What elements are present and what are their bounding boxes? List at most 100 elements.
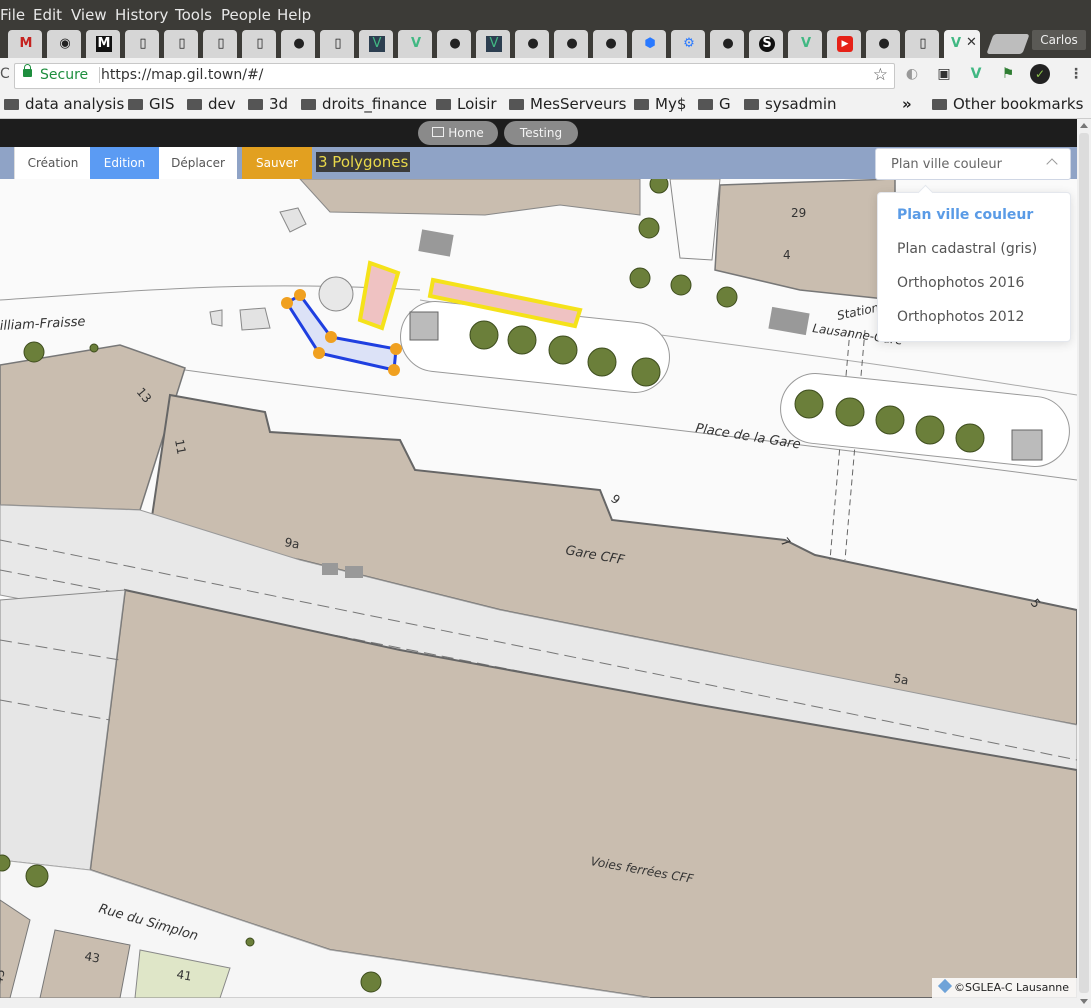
browser-tab[interactable]: ▯ [242,30,276,58]
browser-tab[interactable]: M [86,30,120,58]
browser-tab[interactable]: ▯ [320,30,354,58]
browser-tab[interactable]: ▯ [125,30,159,58]
url-separator [99,67,100,83]
map-label-number: 4 [783,248,791,262]
menu-edit[interactable]: Edit [33,6,62,24]
horizontal-scrollbar[interactable] [0,998,1077,1008]
bookmark-folder[interactable]: My$ [634,95,686,113]
extension-gray-icon[interactable]: ◐ [902,64,922,84]
edition-button[interactable]: Edition [90,147,159,179]
nav-testing-label: Testing [519,126,563,140]
browser-tab[interactable]: S [749,30,783,58]
vertical-scrollbar[interactable] [1077,119,1091,1008]
extension-check-icon[interactable]: ✓ [1030,64,1050,84]
scroll-down-icon[interactable] [1080,999,1088,1004]
menu-help[interactable]: Help [277,6,311,24]
browser-tab[interactable]: ▶ [827,30,861,58]
browser-tab[interactable]: ● [281,30,315,58]
folder-icon [4,99,19,110]
extension-flag-icon[interactable]: ⚑ [998,64,1018,84]
browser-tab[interactable]: V [788,30,822,58]
map-attribution[interactable]: ©SGLEA-C Lausanne [932,978,1077,998]
close-tab-icon[interactable]: ✕ [966,35,977,50]
browser-tab[interactable]: ▯ [905,30,939,58]
browser-tab[interactable]: ● [866,30,900,58]
page-icon: ▯ [334,36,342,51]
gear-icon: ⚙ [683,36,695,51]
github-icon: ● [527,36,539,51]
layer-select[interactable]: Plan ville couleur [875,148,1071,180]
bookmark-folder[interactable]: sysadmin [744,95,837,113]
browser-tab[interactable]: V [359,30,393,58]
browser-tab[interactable]: ⚙ [671,30,705,58]
nav-home-label: Home [448,126,484,140]
image-icon [432,127,445,137]
bookmark-star-icon[interactable]: ☆ [873,65,888,85]
s-icon: S [759,36,775,52]
bookmark-folder[interactable]: data analysis [4,95,124,113]
menu-file[interactable]: File [0,6,25,24]
bookmark-folder[interactable]: GIS [128,95,175,113]
bookmark-folder[interactable]: dev [187,95,236,113]
menu-tools[interactable]: Tools [175,6,212,24]
sauver-button[interactable]: Sauver [242,147,312,179]
nav-home-button[interactable]: Home [418,121,498,145]
new-tab-button[interactable] [986,34,1030,54]
scroll-thumb[interactable] [1079,133,1089,993]
bookmark-folder[interactable]: Loisir [436,95,497,113]
folder-icon [698,99,713,110]
browser-tab[interactable]: ● [437,30,471,58]
github-icon: ● [878,36,890,51]
bookmark-folder[interactable]: G [698,95,731,113]
bookmark-label: 3d [269,95,289,113]
app-menu-bar: File Edit View History Tools People Help [0,0,1091,28]
bookmark-label: Other bookmarks [953,95,1084,113]
youtube-icon: ▶ [837,36,853,52]
folder-icon [509,99,524,110]
creation-button[interactable]: Création [14,147,91,179]
deplacer-button[interactable]: Déplacer [159,147,237,179]
bookmark-label: My$ [655,95,687,113]
menu-history[interactable]: History [115,6,168,24]
browser-tab[interactable]: ● [554,30,588,58]
menu-people[interactable]: People [221,6,271,24]
bookmark-folder[interactable]: 3d [248,95,288,113]
extension-bulb-icon[interactable]: ▣ [934,64,954,84]
folder-icon [744,99,759,110]
secure-label: Secure [40,67,89,83]
browser-tab[interactable]: ◉ [47,30,81,58]
layer-option-ortho-2016[interactable]: Orthophotos 2016 [897,275,1024,291]
browser-tab-active[interactable]: V ✕ [944,30,980,58]
reload-icon[interactable]: C [0,66,10,84]
browser-menu-icon[interactable]: ⋮ [1066,64,1086,84]
nav-testing-button[interactable]: Testing [504,121,578,145]
map-label-number: 43 [83,949,100,965]
bookmarks-overflow-button[interactable]: » [902,95,912,113]
browser-tab[interactable]: ● [593,30,627,58]
eye-icon: ◉ [59,36,71,51]
browser-tab[interactable]: V [476,30,510,58]
browser-tab[interactable]: V [398,30,432,58]
menu-view[interactable]: View [71,6,107,24]
folder-icon [436,99,451,110]
browser-tab[interactable]: ▯ [164,30,198,58]
layer-option-ortho-2012[interactable]: Orthophotos 2012 [897,309,1024,325]
url-field[interactable]: Secure https://map.gil.town/#/ ☆ [14,63,895,89]
browser-tab[interactable]: ⬢ [632,30,666,58]
bookmark-folder[interactable]: MesServeurs [509,95,627,113]
extension-vue-icon[interactable]: V [966,64,986,84]
layer-option-plan-ville[interactable]: Plan ville couleur [897,207,1033,223]
browser-tab[interactable]: ● [710,30,744,58]
github-icon: ● [722,36,734,51]
lock-icon [23,64,32,77]
folder-icon [301,99,316,110]
browser-tab[interactable]: ● [515,30,549,58]
profile-button[interactable]: Carlos [1032,30,1086,50]
chevron-up-icon [1046,158,1058,170]
bookmark-folder[interactable]: droits_finance [301,95,427,113]
layer-option-cadastral[interactable]: Plan cadastral (gris) [897,241,1037,257]
other-bookmarks[interactable]: Other bookmarks [932,95,1083,113]
scroll-up-icon[interactable] [1080,123,1088,128]
browser-tab[interactable]: ▯ [203,30,237,58]
browser-tab[interactable]: M [8,30,42,58]
